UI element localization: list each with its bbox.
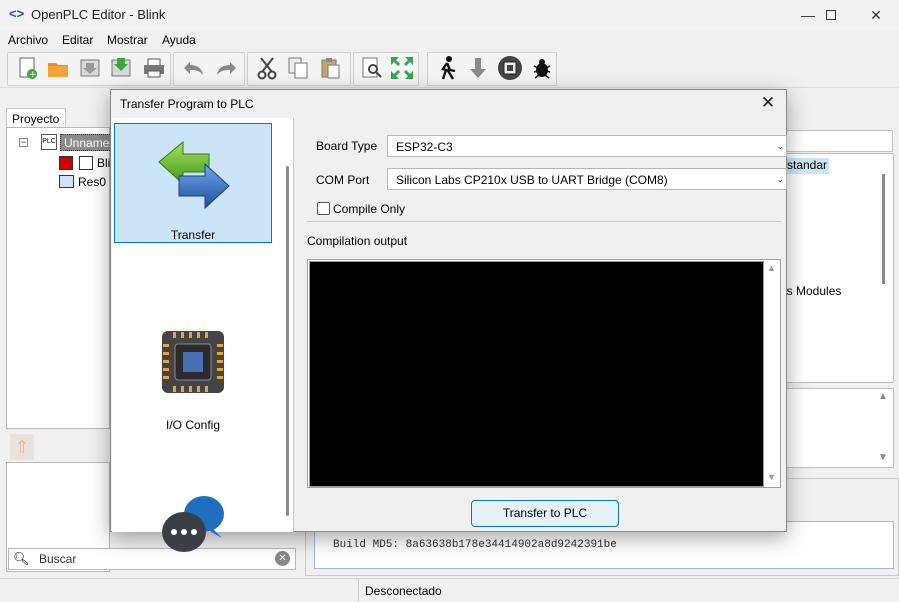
tree-item-root[interactable]: Unnamed [60,134,112,151]
menu-editar[interactable]: Editar [62,33,93,47]
compilation-output-console [309,261,764,487]
sidebar-item-transfer[interactable]: Transfer [114,123,272,243]
toolbar: + [0,50,899,88]
save-as-icon[interactable] [107,54,135,82]
search-icon: 🔍︎ [13,551,30,566]
com-port-value: Silicon Labs CP210x USB to UART Bridge (… [396,173,668,187]
transfer-arrows-icon [158,140,230,210]
scroll-up-icon[interactable]: ▲ [767,263,776,273]
chevron-down-icon: ⌄ [776,141,784,151]
menu-bar: Archivo Editar Mostrar Ayuda [0,30,899,50]
right-top-input[interactable] [780,130,893,152]
dialog-title: Transfer Program to PLC [120,97,254,111]
search-box[interactable]: 🔍︎ Buscar ✕ [8,548,296,570]
clear-search-icon[interactable]: ✕ [275,551,290,566]
chat-bubbles-icon[interactable] [160,494,226,552]
board-type-label: Board Type [316,139,378,153]
library-scrollbar[interactable] [882,174,885,284]
sidebar-item-label: I/O Config [165,418,221,432]
run-icon[interactable] [433,54,461,82]
tab-proyecto[interactable]: Proyecto [6,108,66,128]
compilation-output-frame: ▲ ▼ [307,259,781,488]
redo-icon[interactable] [212,54,240,82]
console-line-2: Build MD5: 8a63638b178e34414902a8d924239… [333,539,617,551]
scroll-down-icon[interactable]: ▼ [767,472,776,482]
resource-icon [59,175,74,188]
title-bar: <> OpenPLC Editor - Blink — ✕ [0,0,899,30]
program-icon [59,156,73,170]
compilation-output-label: Compilation output [307,234,408,248]
scroll-up-icon[interactable]: ▲ [878,391,888,402]
chip-icon[interactable] [496,54,524,82]
library-item-standard[interactable]: standar [787,158,827,172]
com-port-select[interactable]: Silicon Labs CP210x USB to UART Bridge (… [387,168,787,190]
board-type-select[interactable]: ESP32-C3 ⌄ [387,135,787,157]
compile-only-checkbox[interactable] [317,202,330,215]
move-up-icon[interactable]: ⇑ [10,434,34,460]
fullscreen-icon[interactable] [388,54,416,82]
print-icon[interactable] [140,54,168,82]
library-toolbar: ⇑ [6,432,110,462]
library-tree-panel: standar ns Modules [780,153,894,383]
form-separator [307,221,781,222]
copy-icon[interactable] [284,54,312,82]
com-port-label: COM Port [316,173,370,187]
download-icon[interactable] [464,54,492,82]
transfer-to-plc-button[interactable]: Transfer to PLC [471,500,619,527]
ld-icon [79,156,93,170]
description-panel: ▲ ▼ [780,388,894,468]
board-type-value: ESP32-C3 [396,140,453,154]
sidebar-item-label: Transfer [170,228,216,242]
paste-icon[interactable] [316,54,344,82]
menu-mostrar[interactable]: Mostrar [107,33,148,47]
new-file-icon[interactable]: + [14,54,42,82]
save-icon[interactable] [76,54,104,82]
dialog-sidebar: Transfer I/O Config [112,118,294,552]
cut-icon[interactable] [253,54,281,82]
compile-only-label: Compile Only [333,202,406,216]
menu-archivo[interactable]: Archivo [8,33,48,47]
code-brackets-icon: <> [9,6,25,21]
close-icon[interactable]: ✕ [853,0,899,30]
tree-item-program[interactable]: Bli [97,156,110,170]
status-bar: Desconectado [0,578,899,602]
preview-icon[interactable] [358,54,386,82]
sidebar-item-io-config[interactable]: I/O Config [114,318,272,438]
open-folder-icon[interactable] [44,54,72,82]
plc-project-icon: PLC [41,134,57,150]
menu-ayuda[interactable]: Ayuda [162,33,196,47]
window-title: OpenPLC Editor - Blink [31,7,166,22]
status-divider [358,579,359,602]
sidebar-scrollbar[interactable] [286,166,289,516]
svg-text:+: + [29,70,37,80]
tree-collapse-icon[interactable]: − [19,138,28,147]
transfer-dialog: Transfer Program to PLC ✕ Transfer I/O C… [110,89,787,552]
scroll-down-icon[interactable]: ▼ [878,452,888,463]
chevron-down-icon: ⌄ [776,174,784,184]
search-input[interactable]: Buscar [39,552,76,566]
connection-status: Desconectado [365,584,442,598]
undo-icon[interactable] [180,54,208,82]
io-chip-icon [162,331,224,393]
tree-item-res0[interactable]: Res0 [78,175,106,189]
debug-bug-icon[interactable] [528,54,556,82]
maximize-icon[interactable] [808,0,854,30]
library-item-modules[interactable]: ns Modules [780,284,841,298]
close-icon[interactable]: ✕ [756,92,780,114]
project-tree: − PLC Unnamed Bli Res0 [6,127,112,429]
